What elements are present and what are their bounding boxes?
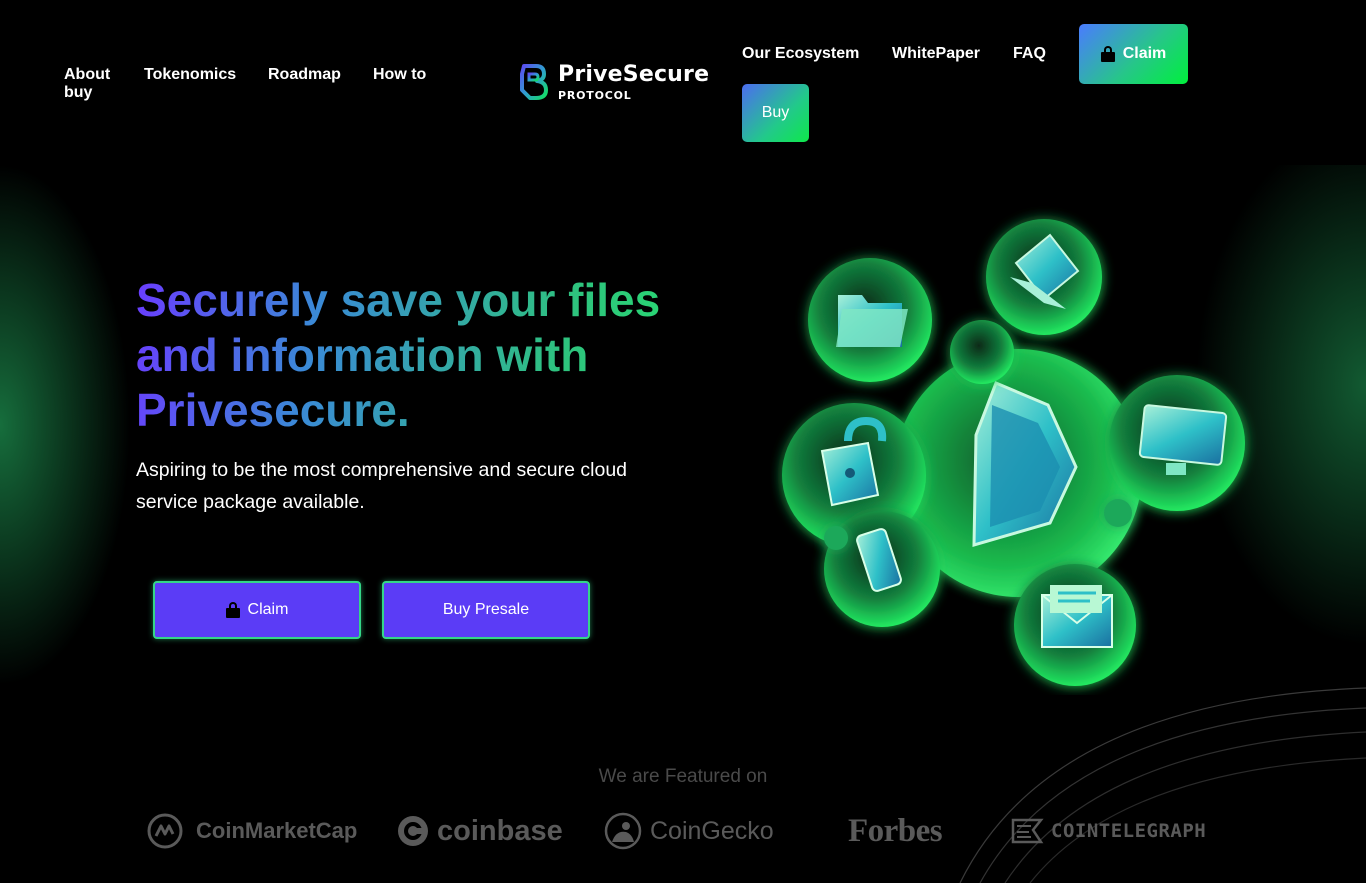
hero-claim-label: Claim (247, 601, 289, 618)
featured-title: We are Featured on (598, 766, 768, 787)
nav-about[interactable]: About (64, 66, 110, 84)
logo-name: PriveSecure (558, 61, 710, 87)
hero-subtitle: Aspiring to be the most comprehensive an… (136, 459, 628, 513)
header-buy-button[interactable]: Buy (742, 84, 809, 142)
logo-icon (520, 64, 548, 100)
brand-cointelegraph[interactable]: COINTELEGRAPH (1007, 808, 1206, 854)
brand-coinbase[interactable]: coinbase (397, 808, 563, 854)
brand-coinmarketcap-label: CoinMarketCap (196, 818, 358, 843)
lock-icon (1100, 46, 1115, 62)
nav-tokenomics[interactable]: Tokenomics (144, 66, 236, 84)
logo-subtitle: PROTOCOL (558, 88, 632, 102)
brand-coinmarketcap[interactable]: CoinMarketCap (146, 808, 357, 854)
nav-faq[interactable]: FAQ (1013, 45, 1046, 63)
nav-how-to[interactable]: How to (373, 66, 426, 84)
hero-buy-presale-button[interactable]: Buy Presale (382, 581, 590, 639)
site-header: About buy Tokenomics Roadmap How to Priv… (0, 0, 1366, 165)
nav-our-ecosystem[interactable]: Our Ecosystem (742, 45, 859, 63)
hero-section: Securely save your files and information… (0, 165, 1366, 721)
hero-title: Securely save your files and information… (136, 273, 736, 438)
brand-forbes[interactable]: Forbes (848, 808, 943, 854)
header-claim-label: Claim (1122, 45, 1167, 62)
hero-illustration (782, 219, 1245, 686)
brand-coingecko-label: CoinGecko (650, 816, 774, 845)
cointelegraph-icon (1011, 818, 1044, 844)
lock-icon (225, 602, 240, 618)
brand-forbes-label: Forbes (848, 812, 943, 849)
header-buy-label: Buy (761, 104, 790, 121)
coingecko-icon (604, 812, 642, 850)
coinbase-icon (398, 816, 428, 846)
hero-claim-button[interactable]: Claim (153, 581, 361, 639)
header-claim-button[interactable]: Claim (1079, 24, 1188, 84)
brand-cointelegraph-label: COINTELEGRAPH (1051, 820, 1207, 842)
brand-coinbase-label: coinbase (437, 814, 563, 847)
brand-logo[interactable]: PriveSecure PROTOCOL (518, 62, 709, 102)
nav-roadmap[interactable]: Roadmap (268, 66, 341, 84)
nav-buy[interactable]: buy (64, 84, 92, 102)
coinmarketcap-icon (147, 813, 183, 849)
hero-buy-presale-label: Buy Presale (442, 601, 530, 618)
nav-whitepaper[interactable]: WhitePaper (892, 45, 980, 63)
brand-coingecko[interactable]: CoinGecko (604, 808, 774, 854)
